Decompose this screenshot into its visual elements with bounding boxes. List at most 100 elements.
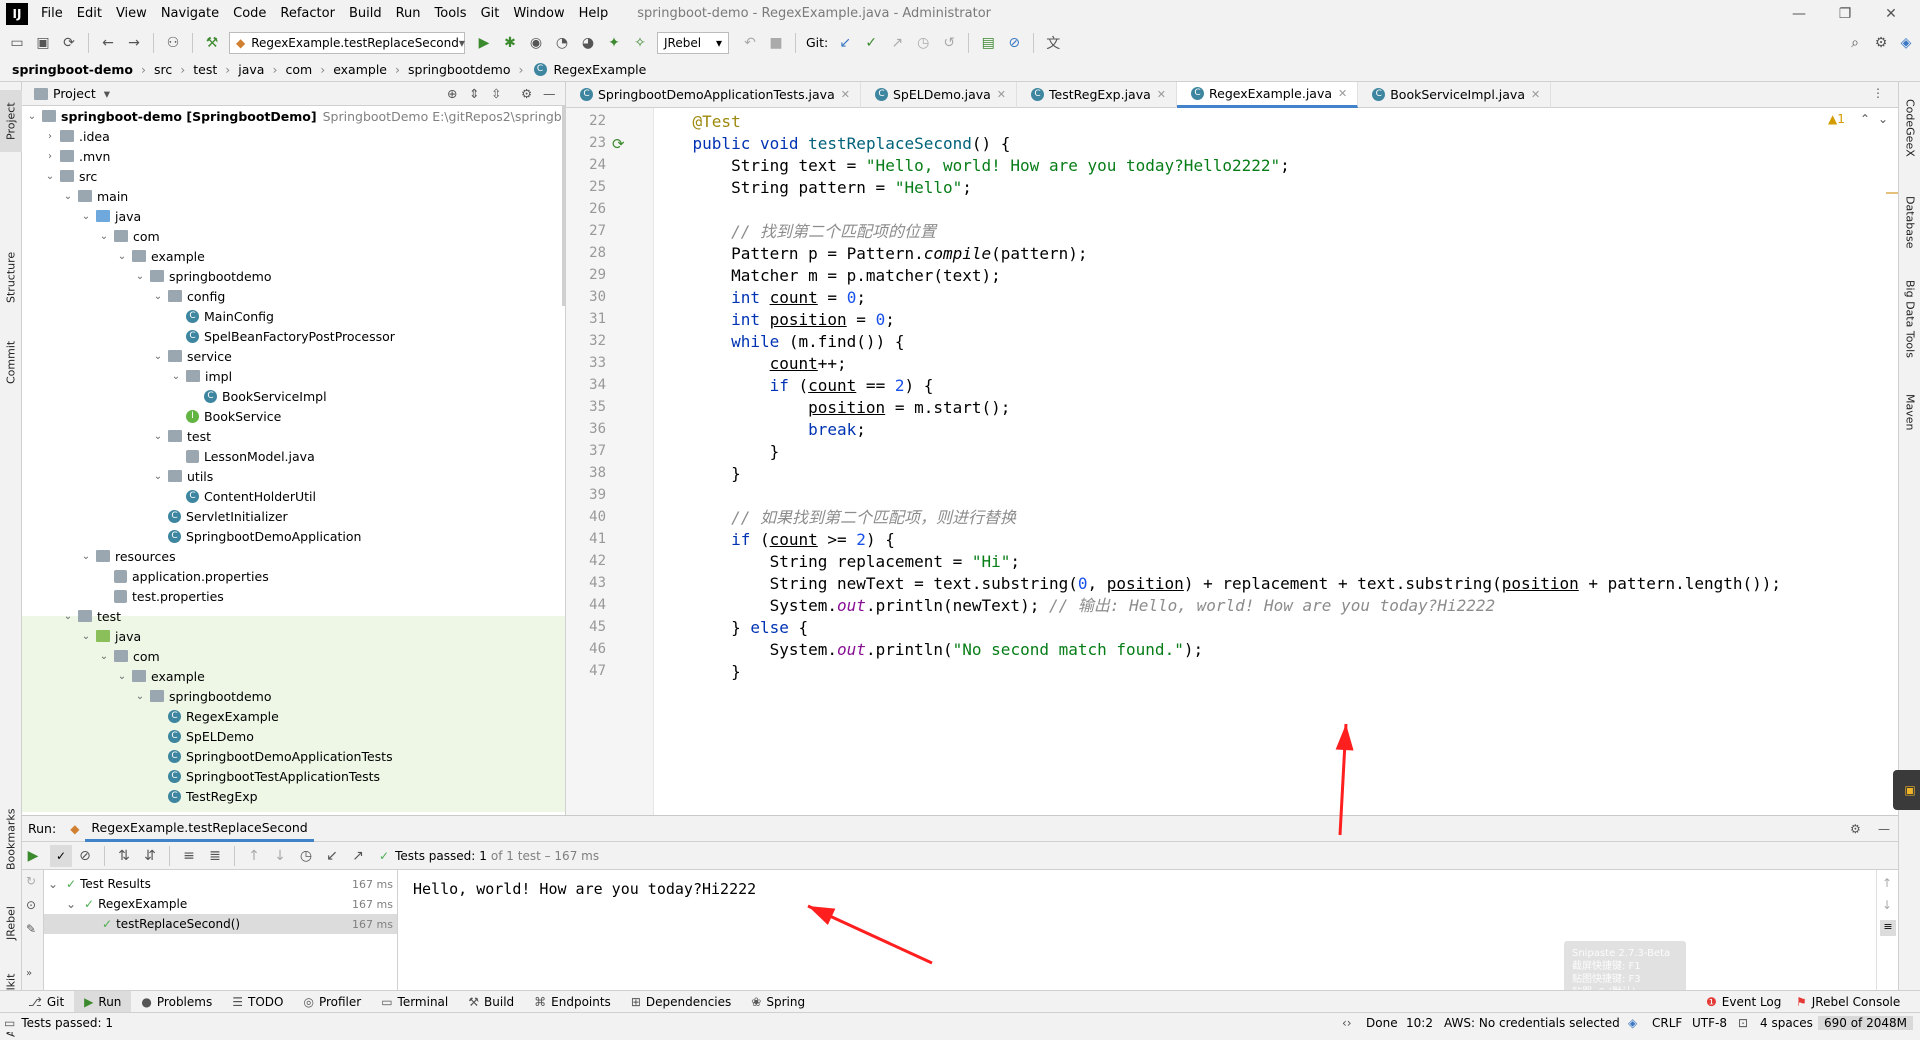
chevron-down-icon[interactable]: ⌄ (80, 211, 92, 222)
chevron-right-icon[interactable]: › (44, 131, 56, 142)
side-tab-maven[interactable]: Maven (1899, 384, 1920, 440)
tree-node[interactable]: ⌄ com (98, 646, 160, 666)
file-encoding[interactable]: UTF-8 (1686, 1016, 1733, 1030)
search-icon[interactable]: ⌕ (1844, 32, 1866, 54)
chevron-down-icon[interactable]: ⌄ (48, 877, 62, 891)
history-icon[interactable]: ◷ (295, 845, 317, 867)
tree-node[interactable]: test.properties (98, 586, 224, 606)
side-tab-commit[interactable]: Commit (0, 334, 22, 390)
chevron-down-icon[interactable]: ⌄ (62, 191, 74, 202)
chevron-up-icon[interactable]: ⌃ (1860, 112, 1870, 126)
side-tab-jrebel[interactable]: JRebel (0, 900, 22, 946)
bottom-tab-dependencies[interactable]: ⊞ Dependencies (621, 991, 741, 1013)
forward-icon[interactable]: → (123, 32, 145, 54)
side-tab-structure[interactable]: Structure (0, 242, 22, 312)
tree-node[interactable]: C MainConfig (170, 306, 274, 326)
side-tab-database[interactable]: Database (1899, 186, 1920, 258)
close-icon[interactable]: ✕ (1157, 88, 1166, 101)
project-header-label[interactable]: Project (53, 86, 96, 101)
jrebel-select[interactable]: JRebel ▾ (657, 31, 729, 54)
menu-item-run[interactable]: Run (389, 0, 428, 27)
codegeex-icon[interactable]: ◈ (1895, 32, 1917, 54)
hide-icon[interactable]: — (543, 86, 565, 101)
lock-icon[interactable]: ⊡ (1738, 1016, 1748, 1030)
breadcrumb-item[interactable]: RegexExample (552, 62, 649, 77)
expand-all-icon[interactable]: ⇕ (469, 86, 491, 101)
arrow-down-icon[interactable]: ↓ (1882, 898, 1892, 912)
tree-node[interactable]: ⌄ java (80, 626, 141, 646)
show-passed-icon[interactable]: ✓ (50, 844, 72, 867)
disable-icon[interactable]: ⊘ (1003, 32, 1025, 54)
chevron-down-icon[interactable]: ▾ (104, 86, 110, 101)
close-icon[interactable]: ✕ (997, 88, 1006, 101)
tree-node[interactable]: ⌄ springbootdemo (134, 686, 272, 706)
translate-icon[interactable]: 文 (1042, 32, 1064, 54)
chevron-down-icon[interactable]: ⌄ (152, 471, 164, 482)
chevron-down-icon[interactable]: ⌄ (152, 351, 164, 362)
tree-node[interactable]: ⌄ test (62, 606, 121, 626)
profile-icon[interactable]: ◔ (551, 32, 573, 54)
jrebel-debug-icon[interactable]: ✧ (629, 32, 651, 54)
editor-tab[interactable]: C SpringbootDemoApplicationTests.java ✕ (566, 81, 861, 108)
breadcrumb-item[interactable]: test (191, 62, 219, 77)
jrebel-run-icon[interactable]: ✦ (603, 32, 625, 54)
bottom-tab-run[interactable]: ▶ Run (74, 990, 132, 1013)
tree-node[interactable]: ⌄ config (152, 286, 225, 306)
sort-duration-icon[interactable]: ⇵ (139, 845, 161, 867)
test-result-row[interactable]: ⌄ ✓ Test Results 167 ms (44, 874, 397, 894)
breadcrumb-item[interactable]: springboot-demo (10, 62, 135, 77)
bottom-tab-git[interactable]: ⎇ Git (18, 991, 74, 1013)
chart-icon[interactable]: ▤ (977, 32, 999, 54)
gear-icon[interactable]: ⚙ (1850, 822, 1861, 836)
chevron-down-icon[interactable]: ⌄ (116, 251, 128, 262)
locate-icon[interactable]: ⊕ (447, 86, 469, 101)
run-test-gutter-icon[interactable]: ⟳ (612, 135, 625, 153)
history-icon[interactable]: ◷ (912, 32, 934, 54)
side-tab-codegeex[interactable]: CodeGeeX (1899, 88, 1920, 168)
show-ignored-icon[interactable]: ⊘ (74, 845, 96, 867)
stop-icon[interactable]: ■ (765, 32, 787, 54)
tree-node[interactable]: C TestRegExp (152, 786, 258, 806)
close-icon[interactable]: ✕ (1338, 87, 1347, 100)
bottom-tab-build[interactable]: ⚒ Build (458, 991, 524, 1013)
tree-node[interactable]: ⌄ springbootdemo (134, 266, 272, 286)
memory-indicator[interactable]: 690 of 2048M (1818, 1015, 1913, 1030)
breadcrumb-item[interactable]: springbootdemo (406, 62, 513, 77)
codegeex-icon[interactable]: ◈ (1628, 1016, 1637, 1030)
tree-node[interactable]: C SpELDemo (152, 726, 254, 746)
collapse-all-icon[interactable]: ≣ (204, 845, 226, 867)
chevron-down-icon[interactable]: ⌄ (80, 631, 92, 642)
run-icon[interactable]: ▶ (473, 32, 495, 54)
restore-icon[interactable]: ❐ (1822, 0, 1868, 27)
bottom-tab-problems[interactable]: ● Problems (131, 991, 222, 1013)
chevron-down-icon[interactable]: ⌄ (66, 897, 80, 911)
camera-icon[interactable]: ⊙ (26, 898, 36, 912)
caret-position[interactable]: 10:2 (1400, 1016, 1439, 1030)
chevron-down-icon[interactable]: ⌄ (170, 371, 182, 382)
vcs-user-icon[interactable]: ⚇ (162, 32, 184, 54)
chevron-down-icon[interactable]: ⌄ (26, 111, 38, 122)
bottom-tab-todo[interactable]: ☰ TODO (222, 991, 293, 1013)
tree-node[interactable]: ⌄ example (116, 666, 205, 686)
more-icon[interactable]: » (26, 968, 32, 979)
tree-node[interactable]: application.properties (98, 566, 269, 586)
close-icon[interactable]: ✕ (1531, 88, 1540, 101)
rollback-icon[interactable]: ↺ (938, 32, 960, 54)
arrow-down-icon[interactable]: ↓ (269, 845, 291, 867)
run-more-icon[interactable]: ◕ (577, 32, 599, 54)
git-update-icon[interactable]: ↙ (834, 32, 856, 54)
side-tab-big-data-tools[interactable]: Big Data Tools (1899, 270, 1920, 368)
side-tab-project[interactable]: Project (0, 90, 22, 152)
chevron-down-icon[interactable]: ⌄ (152, 291, 164, 302)
tree-node[interactable]: ⌄ springboot-demo [SpringbootDemo] Springb… (26, 106, 602, 126)
chevron-down-icon[interactable]: ⌄ (134, 271, 146, 282)
minimize-icon[interactable]: — (1776, 0, 1822, 27)
close-icon[interactable]: ✕ (1868, 0, 1914, 27)
debug-icon[interactable]: ✱ (499, 32, 521, 54)
tree-node[interactable]: C SpringbootDemoApplication (152, 526, 361, 546)
tree-node[interactable]: ⌄ java (80, 206, 141, 226)
tree-node[interactable]: ⌄ test (152, 426, 211, 446)
import-icon[interactable]: ↙ (321, 845, 343, 867)
tree-node[interactable]: ⌄ example (116, 246, 205, 266)
chevron-down-icon[interactable]: ⌄ (62, 611, 74, 622)
